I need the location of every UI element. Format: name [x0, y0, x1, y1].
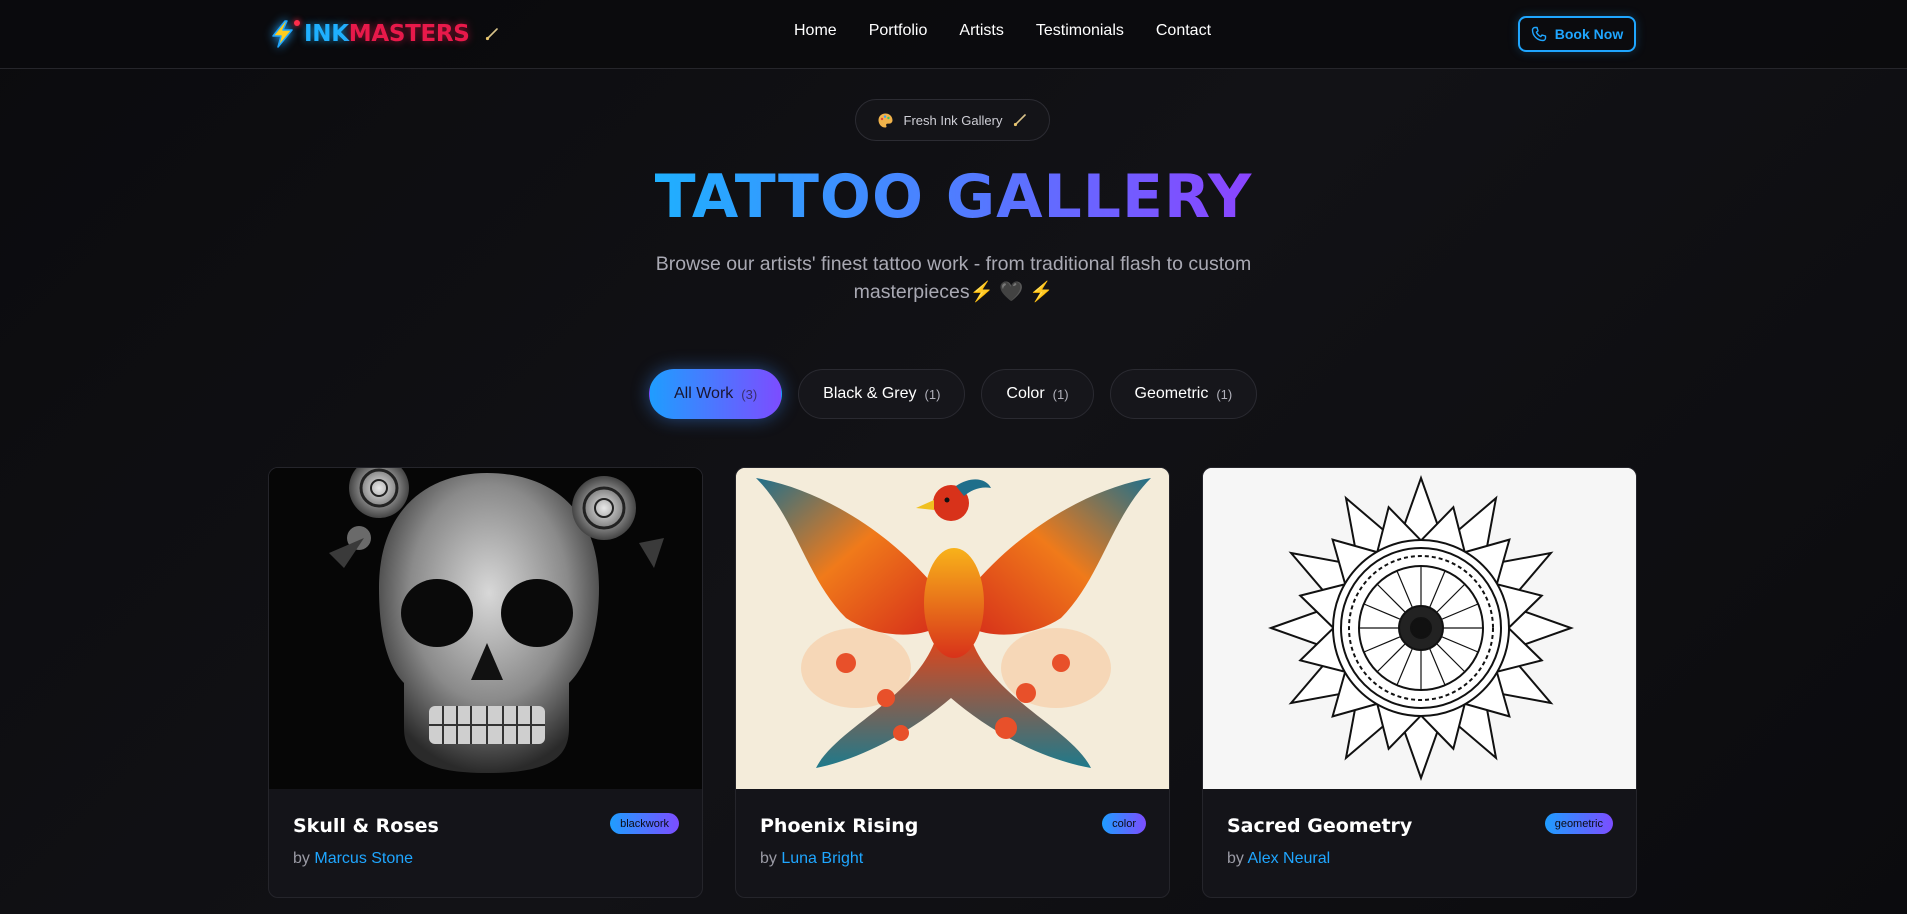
page-subtitle-line2: masterpieces⚡ 🖤 ⚡ [853, 281, 1054, 303]
brand-name-masters: MASTERS [348, 21, 470, 47]
page-title: TATTOO GALLERY [0, 162, 1907, 232]
brand-name: INKMASTERS [304, 21, 470, 47]
skull-roses-image[interactable] [269, 468, 702, 789]
filter-color[interactable]: Color (1) [981, 369, 1094, 419]
filter-count: (1) [924, 386, 941, 402]
top-navbar: INKMASTERS Home Portfolio Artists Testim… [0, 0, 1907, 69]
gallery-grid: Skull & Roses blackwork by Marcus Stone [268, 467, 1637, 898]
category-filters: All Work (3) Black & Grey (1) Color (1) … [649, 369, 1258, 419]
brand-name-ink: INK [304, 21, 349, 47]
by-label: by [1227, 850, 1244, 867]
filter-count: (1) [1052, 386, 1069, 402]
page-title-text: TATTOO GALLERY [654, 162, 1253, 232]
card-artist-line: by Marcus Stone [293, 850, 413, 868]
nav-link-home[interactable]: Home [794, 22, 837, 40]
phoenix-image[interactable] [736, 468, 1169, 789]
style-tag: color [1102, 813, 1146, 834]
artist-link[interactable]: Luna Bright [781, 850, 863, 867]
filter-all-work[interactable]: All Work (3) [649, 369, 783, 419]
artist-link[interactable]: Marcus Stone [314, 850, 413, 867]
style-tag: blackwork [610, 813, 679, 834]
brush-icon [1014, 114, 1027, 127]
brand-logo[interactable]: INKMASTERS [268, 18, 500, 50]
card-artist-line: by Alex Neural [1227, 850, 1330, 868]
logo-dot [294, 20, 300, 26]
card-artist-line: by Luna Bright [760, 850, 863, 868]
gallery-card[interactable]: Phoenix Rising color by Luna Bright [735, 467, 1170, 898]
card-title: Skull & Roses [293, 815, 439, 837]
brush-icon [485, 28, 498, 41]
lightning-icon [268, 19, 300, 49]
main-nav: Home Portfolio Artists Testimonials Cont… [794, 22, 1243, 40]
filter-black-grey[interactable]: Black & Grey (1) [798, 369, 966, 419]
page-subtitle: Browse our artists' finest tattoo work -… [0, 250, 1907, 306]
card-body: Sacred Geometry geometric by Alex Neural [1203, 789, 1636, 897]
gallery-card[interactable]: Sacred Geometry geometric by Alex Neural [1202, 467, 1637, 898]
filter-label: Black & Grey [823, 385, 917, 402]
card-title: Phoenix Rising [760, 815, 919, 837]
filter-label: All Work [674, 385, 734, 402]
by-label: by [760, 850, 777, 867]
filter-count: (1) [1216, 386, 1233, 402]
style-tag: geometric [1544, 813, 1613, 834]
page-subtitle-line1: Browse our artists' finest tattoo work -… [655, 253, 1252, 275]
nav-link-portfolio[interactable]: Portfolio [869, 22, 928, 40]
gallery-badge-label: Fresh Ink Gallery [903, 112, 1003, 128]
by-label: by [293, 850, 310, 867]
nav-link-contact[interactable]: Contact [1156, 22, 1211, 40]
nav-link-artists[interactable]: Artists [959, 22, 1003, 40]
phone-icon [1531, 26, 1546, 42]
gallery-card[interactable]: Skull & Roses blackwork by Marcus Stone [268, 467, 703, 898]
filter-label: Color [1006, 385, 1045, 402]
book-now-label: Book Now [1554, 26, 1624, 42]
filter-geometric[interactable]: Geometric (1) [1109, 369, 1258, 419]
book-now-button[interactable]: Book Now [1518, 16, 1636, 52]
filter-label: Geometric [1134, 385, 1209, 402]
mandala-image[interactable] [1203, 468, 1636, 789]
card-body: Phoenix Rising color by Luna Bright [736, 789, 1169, 897]
card-title: Sacred Geometry [1227, 815, 1413, 837]
card-body: Skull & Roses blackwork by Marcus Stone [269, 789, 702, 897]
artist-link[interactable]: Alex Neural [1247, 850, 1330, 867]
palette-icon [878, 113, 892, 127]
nav-link-testimonials[interactable]: Testimonials [1036, 22, 1124, 40]
gallery-badge: Fresh Ink Gallery [855, 99, 1050, 141]
filter-count: (3) [741, 386, 758, 402]
